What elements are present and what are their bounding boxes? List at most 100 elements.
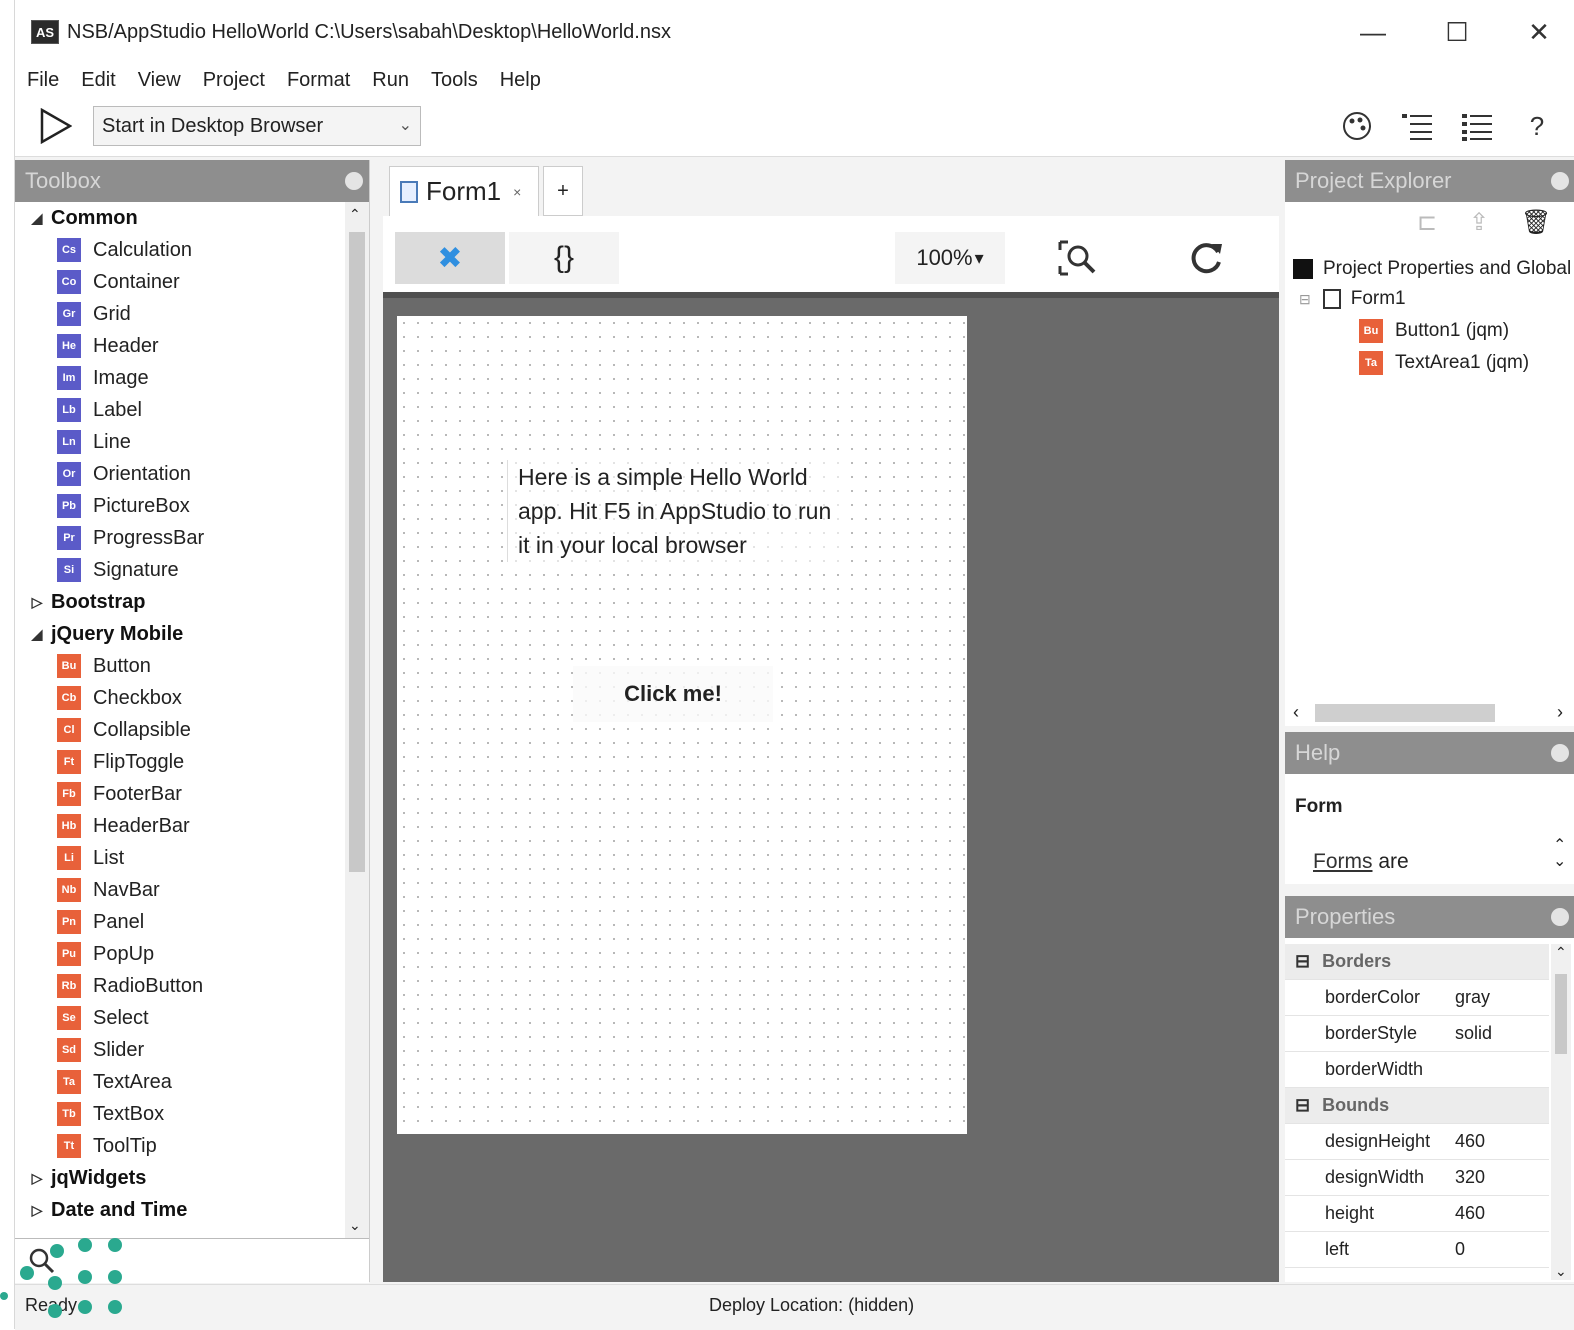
trash-icon[interactable]: 🗑: [1521, 208, 1551, 237]
property-value[interactable]: 460: [1445, 1131, 1485, 1152]
toolbox-item[interactable]: Ln Line: [15, 426, 345, 458]
toolbox-item[interactable]: Li List: [15, 842, 345, 874]
new-tab-button[interactable]: +: [543, 166, 583, 216]
toolbox-item[interactable]: Si Signature: [15, 554, 345, 586]
themes-button[interactable]: [1337, 106, 1377, 146]
help-link[interactable]: Forms: [1313, 850, 1373, 873]
scrollbar-thumb[interactable]: [1555, 974, 1567, 1054]
toolbox-item[interactable]: Pb PictureBox: [15, 490, 345, 522]
toolbox-category[interactable]: ▷ Bootstrap: [15, 586, 345, 618]
form-canvas[interactable]: Here is a simple Hello World app. Hit F5…: [397, 316, 967, 1134]
menu-run[interactable]: Run: [372, 69, 409, 92]
tree-item-form1[interactable]: ⊟ Form1: [1299, 284, 1406, 314]
tree-item-project-properties[interactable]: Project Properties and Global: [1293, 254, 1571, 284]
zoom-select[interactable]: 100% ▾: [895, 232, 1005, 284]
scrollbar-thumb[interactable]: [1315, 704, 1495, 722]
scroll-down-icon[interactable]: ⌄: [349, 1217, 361, 1234]
toolbox-item[interactable]: Tb TextBox: [15, 1098, 345, 1130]
pin-icon[interactable]: [1551, 908, 1569, 926]
design-view-button[interactable]: ✖: [395, 232, 505, 284]
property-row[interactable]: designWidth 320: [1285, 1160, 1549, 1196]
zoom-fit-button[interactable]: [1023, 232, 1133, 284]
tree-item-textarea1[interactable]: Ta TextArea1 (jqm): [1359, 348, 1529, 378]
menu-help[interactable]: Help: [500, 69, 541, 92]
properties-scrollbar[interactable]: ⌃ ⌄: [1551, 944, 1571, 1280]
property-value[interactable]: 460: [1445, 1203, 1485, 1224]
scroll-down-icon[interactable]: ⌄: [1555, 1263, 1567, 1280]
toolbox-category[interactable]: ◢ Common: [15, 202, 345, 234]
property-group[interactable]: ⊟ Bounds: [1285, 1088, 1549, 1124]
property-row[interactable]: designHeight 460: [1285, 1124, 1549, 1160]
menu-tools[interactable]: Tools: [431, 69, 478, 92]
help-button[interactable]: ?: [1517, 106, 1557, 146]
toolbox-item[interactable]: Im Image: [15, 362, 345, 394]
toolbox-item[interactable]: Cs Calculation: [15, 234, 345, 266]
outline-button[interactable]: [1397, 106, 1437, 146]
toolbox-category[interactable]: ◢ jQuery Mobile: [15, 618, 345, 650]
toolbox-item[interactable]: Ft FlipToggle: [15, 746, 345, 778]
toolbox-item[interactable]: Ta TextArea: [15, 1066, 345, 1098]
minimize-button[interactable]: —: [1345, 10, 1401, 54]
pin-icon[interactable]: [1551, 172, 1569, 190]
toolbox-item[interactable]: Bu Button: [15, 650, 345, 682]
property-value[interactable]: gray: [1445, 987, 1490, 1008]
toolbox-item[interactable]: Or Orientation: [15, 458, 345, 490]
scroll-left-icon[interactable]: ‹: [1293, 702, 1299, 723]
scroll-up-icon[interactable]: ⌃: [349, 206, 361, 223]
scroll-right-icon[interactable]: ›: [1557, 702, 1563, 723]
toolbox-item[interactable]: Hb HeaderBar: [15, 810, 345, 842]
property-row[interactable]: borderWidth: [1285, 1052, 1549, 1088]
tab-close-icon[interactable]: ×: [513, 184, 521, 200]
run-target-select[interactable]: Start in Desktop Browser ⌄: [93, 106, 421, 146]
scrollbar-thumb[interactable]: [349, 232, 365, 872]
menu-file[interactable]: File: [27, 69, 59, 92]
toolbox-item[interactable]: Co Container: [15, 266, 345, 298]
collapse-icon[interactable]: ⊟: [1299, 291, 1311, 308]
toolbox-item[interactable]: Rb RadioButton: [15, 970, 345, 1002]
toolbox-item[interactable]: He Header: [15, 330, 345, 362]
property-row[interactable]: borderStyle solid: [1285, 1016, 1549, 1052]
code-view-button[interactable]: {}: [509, 232, 619, 284]
property-row[interactable]: borderColor gray: [1285, 980, 1549, 1016]
expanded-arrow-icon[interactable]: ◢: [23, 626, 51, 643]
toolbox-item[interactable]: Se Select: [15, 1002, 345, 1034]
toolbox-item[interactable]: Nb NavBar: [15, 874, 345, 906]
toolbox-item[interactable]: Pr ProgressBar: [15, 522, 345, 554]
menu-format[interactable]: Format: [287, 69, 350, 92]
expanded-arrow-icon[interactable]: ◢: [23, 210, 51, 227]
menu-project[interactable]: Project: [203, 69, 265, 92]
toolbox-item[interactable]: Cb Checkbox: [15, 682, 345, 714]
property-row[interactable]: left 0: [1285, 1232, 1549, 1268]
property-row[interactable]: height 460: [1285, 1196, 1549, 1232]
property-value[interactable]: solid: [1445, 1023, 1492, 1044]
menu-view[interactable]: View: [138, 69, 181, 92]
collapsed-arrow-icon[interactable]: ▷: [23, 594, 51, 611]
toolbox-search[interactable]: [15, 1238, 369, 1283]
property-value[interactable]: 0: [1445, 1239, 1465, 1260]
button1[interactable]: Click me!: [573, 666, 773, 722]
menu-edit[interactable]: Edit: [81, 69, 115, 92]
property-group[interactable]: ⊟ Borders: [1285, 944, 1549, 980]
property-value[interactable]: 320: [1445, 1167, 1485, 1188]
textarea1[interactable]: Here is a simple Hello World app. Hit F5…: [507, 460, 848, 562]
toolbox-category[interactable]: ▷ jqWidgets: [15, 1162, 345, 1194]
list-view-button[interactable]: [1457, 106, 1497, 146]
collapsed-arrow-icon[interactable]: ▷: [23, 1202, 51, 1219]
toolbox-item[interactable]: Pu PopUp: [15, 938, 345, 970]
toolbox-item[interactable]: Fb FooterBar: [15, 778, 345, 810]
add-form-icon[interactable]: ⊏: [1417, 208, 1437, 237]
toolbox-item[interactable]: Tt ToolTip: [15, 1130, 345, 1162]
run-button[interactable]: [35, 106, 75, 146]
toolbox-item[interactable]: Sd Slider: [15, 1034, 345, 1066]
project-explorer-hscrollbar[interactable]: ‹ ›: [1285, 700, 1574, 726]
toolbox-category[interactable]: ▷ Date and Time: [15, 1194, 345, 1226]
scroll-up-icon[interactable]: ⌃: [1555, 944, 1567, 961]
help-scroll-icon[interactable]: ⌃ ⌄: [1553, 838, 1566, 870]
toolbox-item[interactable]: Gr Grid: [15, 298, 345, 330]
collapse-icon[interactable]: ⊟: [1295, 1095, 1310, 1116]
toolbox-item[interactable]: Pn Panel: [15, 906, 345, 938]
close-button[interactable]: ✕: [1511, 10, 1567, 54]
toolbox-scrollbar[interactable]: ⌃ ⌄: [345, 202, 369, 1238]
tree-item-button1[interactable]: Bu Button1 (jqm): [1359, 316, 1509, 346]
toolbox-item[interactable]: Cl Collapsible: [15, 714, 345, 746]
